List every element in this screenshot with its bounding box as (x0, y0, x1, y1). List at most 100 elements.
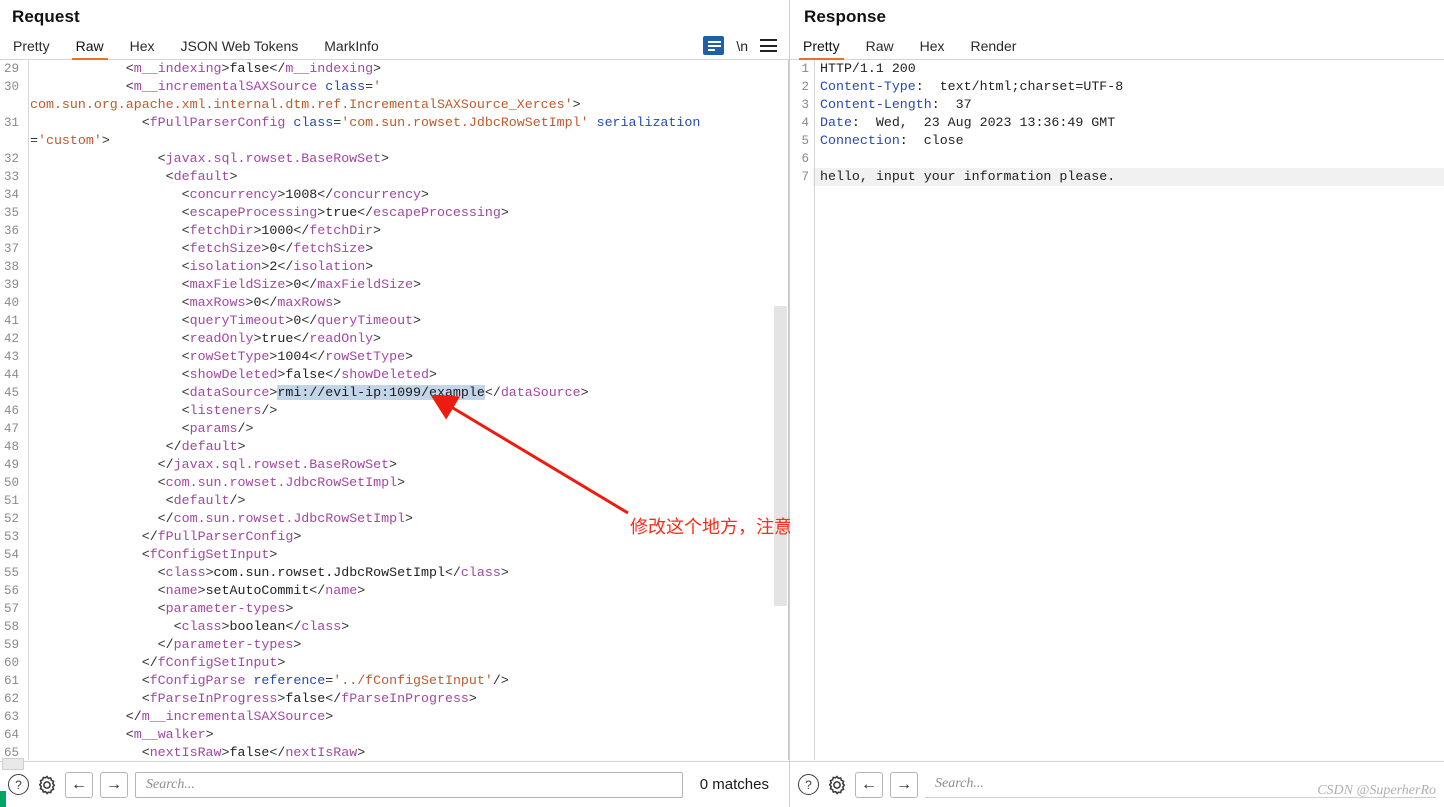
line-number: 45 (3, 386, 19, 400)
code-token: </ (141, 529, 158, 544)
code-token: > (373, 331, 382, 346)
code-line: 56 <name>setAutoCommit</name> (0, 582, 789, 600)
word-wrap-icon[interactable] (703, 36, 725, 55)
code-token: concurrency (189, 187, 278, 202)
response-tab-hex[interactable]: Hex (907, 35, 958, 59)
search-prev-button[interactable]: ← (65, 771, 93, 798)
line-number: 41 (3, 314, 19, 328)
request-panel-title: Request (12, 7, 80, 26)
code-token: </ (261, 295, 278, 310)
code-token: > (221, 61, 230, 76)
request-tab-strip: Pretty Raw Hex JSON Web Tokens MarkInfo … (0, 31, 789, 60)
code-token: > (389, 457, 398, 472)
line-number: 30 (3, 80, 19, 94)
line-number: 57 (3, 602, 19, 616)
code-token: fPullParserConfig (157, 529, 294, 544)
code-token: </ (293, 223, 310, 238)
line-number: 63 (3, 710, 19, 724)
request-code-area[interactable]: 29 <m__indexing>false</m__indexing> 30 <m… (0, 60, 789, 760)
tab-markinfo[interactable]: MarkInfo (311, 35, 391, 59)
code-token: /> (229, 493, 246, 508)
code-token: < (181, 367, 190, 382)
code-line-text: <escapeProcessing>true</escapeProcessing… (23, 204, 789, 222)
newline-icon[interactable]: \n (736, 38, 748, 54)
code-line: 42 <readOnly>true</readOnly> (0, 330, 789, 348)
code-token: </ (165, 439, 182, 454)
response-search-prev-button[interactable]: ← (855, 771, 883, 798)
code-line-text: <listeners/> (23, 402, 789, 420)
code-token: maxFieldSize (317, 277, 414, 292)
code-token: < (157, 475, 166, 490)
code-line: 52 </com.sun.rowset.JdbcRowSetImpl> (0, 510, 789, 528)
hamburger-menu-icon[interactable] (760, 39, 777, 52)
response-code-area[interactable]: 1 HTTP/1.1 200 2 Content-Type: text/html;ch… (790, 60, 1444, 760)
tab-pretty[interactable]: Pretty (0, 35, 63, 59)
line-number: 42 (3, 332, 19, 346)
code-line: 62 <fParseInProgress>false</fParseInProg… (0, 690, 789, 708)
code-line-text: Date: Wed, 23 Aug 2023 13:36:49 GMT (813, 114, 1444, 132)
code-token: > (357, 745, 366, 760)
code-token: setAutoCommit (205, 583, 310, 598)
corner-tab-marker (2, 758, 24, 770)
code-token: /> (237, 421, 254, 436)
response-search-box[interactable] (925, 771, 1436, 798)
code-line-text: Content-Length: 37 (813, 96, 1444, 114)
line-number: 5 (801, 134, 809, 148)
code-token: Content-Length (820, 97, 932, 112)
response-tab-render[interactable]: Render (958, 35, 1030, 59)
code-token: parameter-types (165, 601, 286, 616)
request-search-box[interactable] (135, 771, 683, 798)
help-icon[interactable]: ? (8, 774, 29, 795)
line-number: 51 (3, 494, 19, 508)
search-next-button[interactable]: → (100, 771, 128, 798)
request-search-input[interactable] (144, 775, 674, 794)
tab-json-web-tokens[interactable]: JSON Web Tokens (168, 35, 312, 59)
tab-raw[interactable]: Raw (63, 35, 117, 60)
code-line: 50 <com.sun.rowset.JdbcRowSetImpl> (0, 474, 789, 492)
code-token: class (301, 619, 342, 634)
gear-icon[interactable] (36, 774, 58, 796)
line-number: 31 (3, 116, 19, 130)
code-line: 65 <nextIsRaw>false</nextIsRaw> (0, 744, 789, 760)
code-line-text: <m__walker> (23, 726, 789, 744)
code-token: rowSetType (189, 349, 270, 364)
request-panel: Request Pretty Raw Hex JSON Web Tokens M… (0, 0, 947, 807)
code-token: concurrency (333, 187, 422, 202)
line-number: 59 (3, 638, 19, 652)
code-token: false (229, 745, 270, 760)
code-token: < (165, 493, 174, 508)
request-vertical-scrollbar[interactable] (774, 306, 787, 606)
code-line-text: </m__incrementalSAXSource> (23, 708, 789, 726)
code-token: 1004 (277, 349, 310, 364)
code-line-text: <queryTimeout>0</queryTimeout> (23, 312, 789, 330)
code-token: > (500, 565, 509, 580)
response-help-icon[interactable]: ? (798, 774, 819, 795)
code-line-text: </fConfigSetInput> (23, 654, 789, 672)
line-number: 4 (801, 116, 809, 130)
response-tab-pretty[interactable]: Pretty (790, 35, 853, 60)
line-number: 60 (3, 656, 19, 670)
code-line: 4 Date: Wed, 23 Aug 2023 13:36:49 GMT (790, 114, 1444, 132)
response-gear-icon[interactable] (826, 774, 848, 796)
code-line-text: <default> (23, 168, 789, 186)
response-search-next-button[interactable]: → (890, 771, 918, 798)
code-token: : text/html;charset=UTF-8 (915, 79, 1124, 94)
code-token: = (365, 79, 374, 94)
burp-repeater-window: Request Pretty Raw Hex JSON Web Tokens M… (0, 0, 1444, 807)
response-tab-raw[interactable]: Raw (853, 35, 907, 59)
code-token: reference (253, 673, 326, 688)
code-token: m__walker (133, 727, 206, 742)
response-search-input[interactable] (933, 775, 1428, 793)
request-scrollbar-track[interactable] (788, 60, 789, 760)
code-token: > (397, 475, 406, 490)
tab-hex[interactable]: Hex (117, 35, 168, 59)
code-line-text: <maxFieldSize>0</maxFieldSize> (23, 276, 789, 294)
code-token: </ (301, 313, 318, 328)
code-line: 40 <maxRows>0</maxRows> (0, 294, 789, 312)
